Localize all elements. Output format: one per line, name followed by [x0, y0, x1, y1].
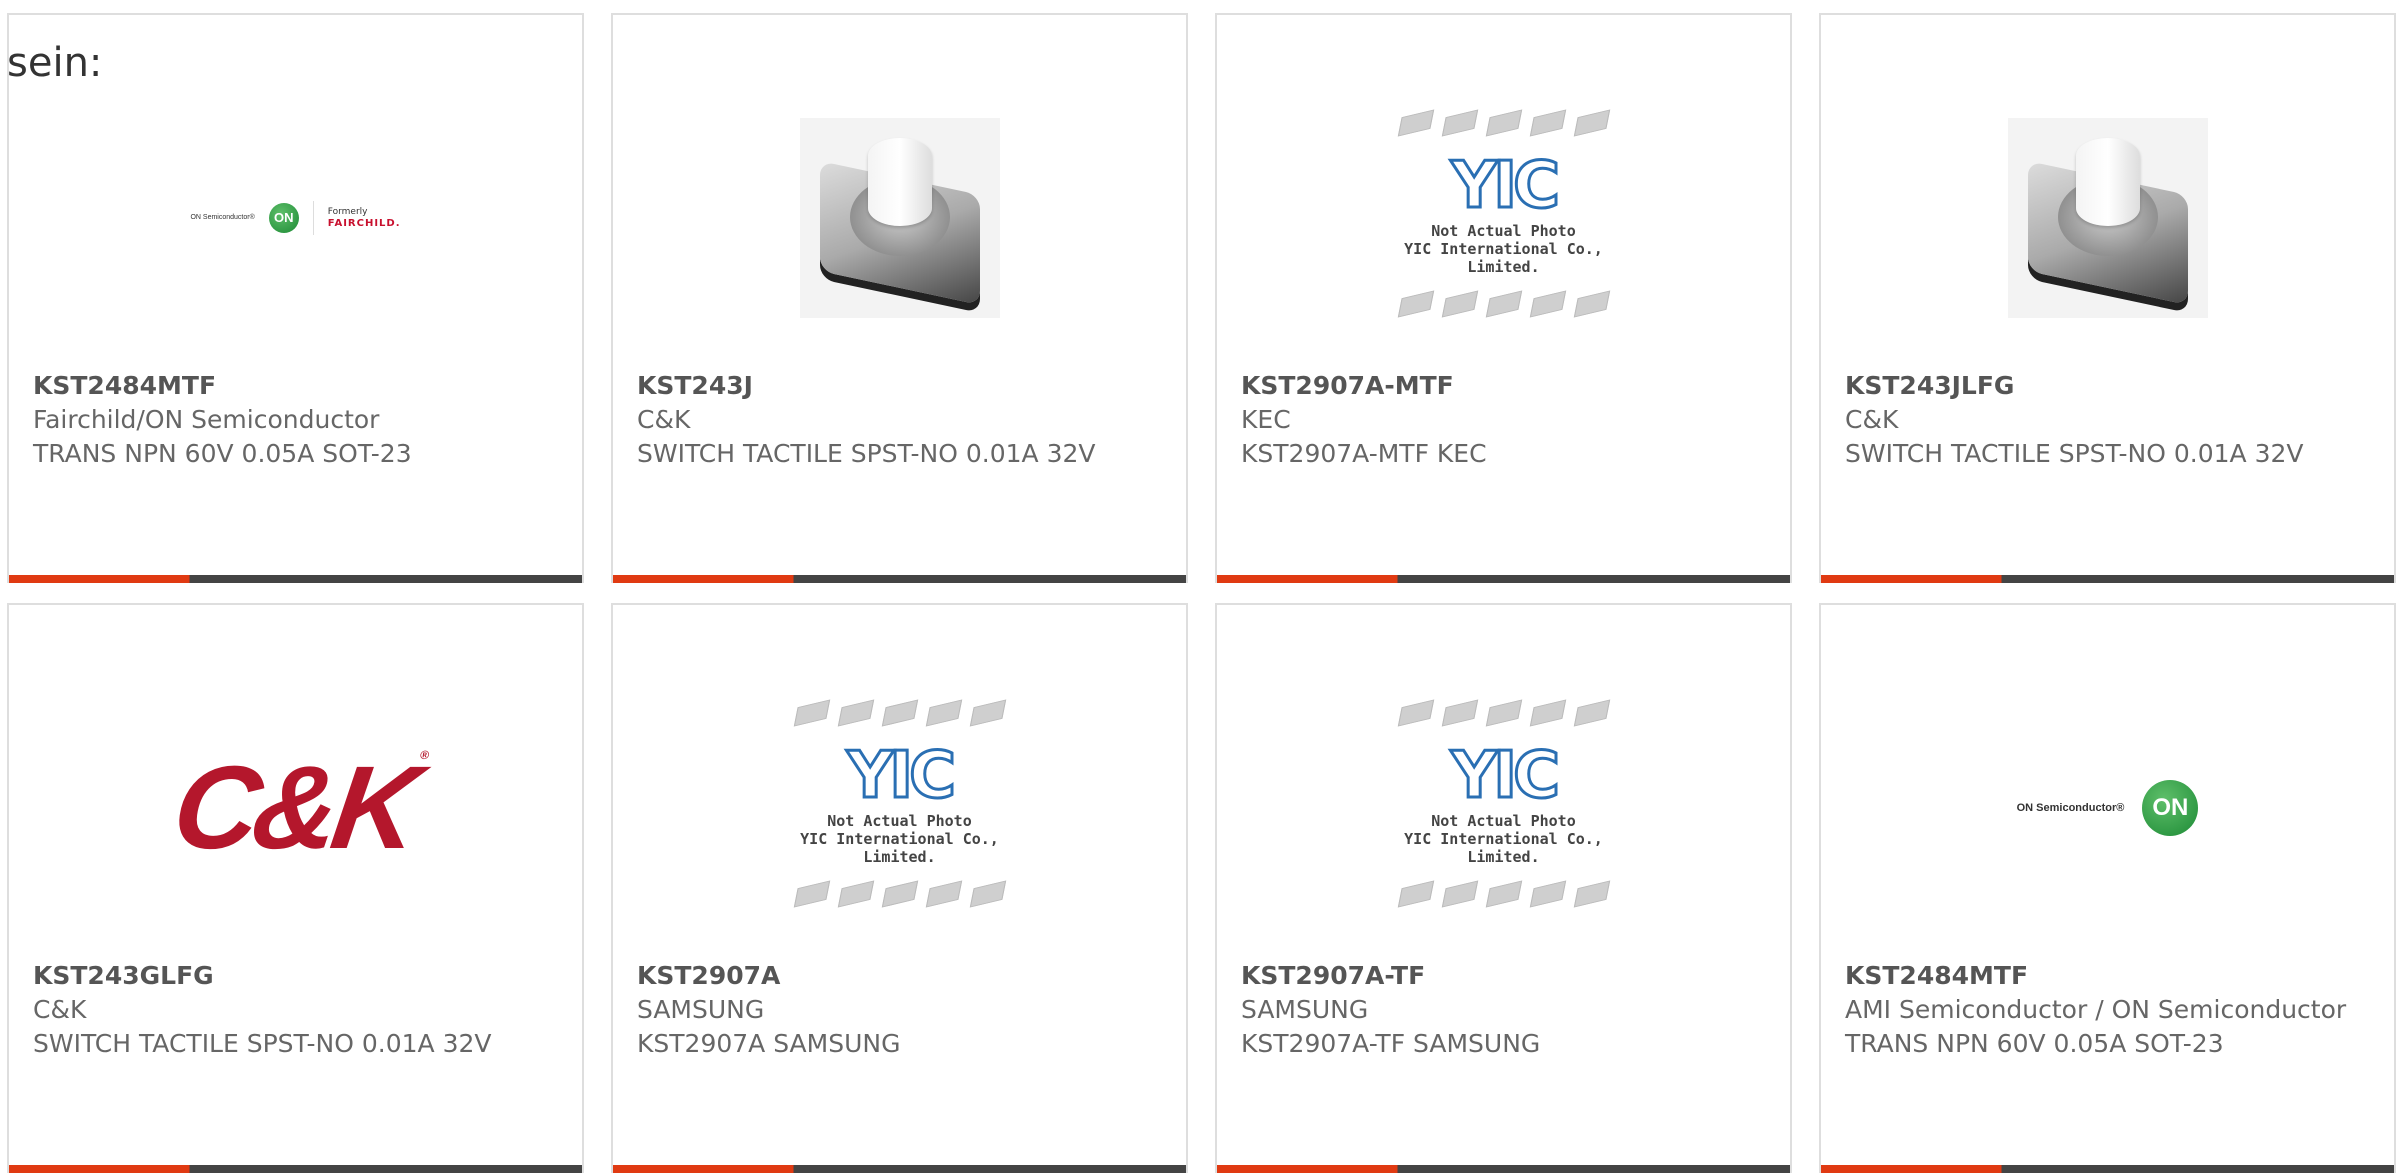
card-accent-bar — [9, 1165, 582, 1173]
product-card[interactable]: YIC Not Actual Photo YIC International C… — [611, 603, 1188, 1173]
manufacturer: AMI Semiconductor / ON Semiconductor — [1845, 995, 2347, 1024]
tactile-switch-photo — [2007, 117, 2208, 318]
on-badge-icon: ON — [268, 202, 299, 233]
card-accent-bar — [613, 575, 1186, 583]
part-number[interactable]: KST2907A — [637, 959, 1162, 993]
description: KST2907A-TF SAMSUNG — [1241, 1029, 1541, 1058]
manufacturer: SAMSUNG — [1241, 995, 1369, 1024]
on-badge-icon: ON — [2142, 779, 2199, 836]
product-image — [613, 75, 1186, 360]
product-card[interactable]: YIC Not Actual Photo YIC International C… — [1215, 603, 1792, 1173]
description: KST2907A-MTF KEC — [1241, 439, 1487, 468]
manufacturer: SAMSUNG — [637, 995, 765, 1024]
part-number[interactable]: KST243JLFG — [1845, 369, 2370, 403]
description: SWITCH TACTILE SPST-NO 0.01A 32V — [1845, 439, 2304, 468]
part-number[interactable]: KST2484MTF — [1845, 959, 2370, 993]
yic-placeholder-image: YIC Not Actual Photo YIC International C… — [1369, 95, 1639, 340]
description: TRANS NPN 60V 0.05A SOT-23 — [33, 439, 412, 468]
product-image: ON Semiconductor® ON Formerly FAIRCHILD. — [9, 75, 582, 360]
description: SWITCH TACTILE SPST-NO 0.01A 32V — [33, 1029, 492, 1058]
product-card[interactable]: YIC Not Actual Photo YIC International C… — [1215, 13, 1792, 583]
card-accent-bar — [613, 1165, 1186, 1173]
product-image: C&K® — [9, 665, 582, 950]
description: SWITCH TACTILE SPST-NO 0.01A 32V — [637, 439, 1096, 468]
product-image: YIC Not Actual Photo YIC International C… — [1217, 665, 1790, 950]
tactile-switch-photo — [799, 117, 1000, 318]
product-card[interactable]: ON Semiconductor® ON Formerly FAIRCHILD. … — [7, 13, 584, 583]
yic-placeholder-image: YIC Not Actual Photo YIC International C… — [765, 685, 1035, 930]
product-card[interactable]: ON Semiconductor® ON KST2484MTF AMI Semi… — [1819, 603, 2396, 1173]
card-accent-bar — [1821, 1165, 2394, 1173]
description: KST2907A SAMSUNG — [637, 1029, 901, 1058]
product-image: YIC Not Actual Photo YIC International C… — [1217, 75, 1790, 360]
part-number[interactable]: KST2907A-TF — [1241, 959, 1766, 993]
product-image: YIC Not Actual Photo YIC International C… — [613, 665, 1186, 950]
on-fairchild-logo: ON Semiconductor® ON Formerly FAIRCHILD. — [190, 200, 400, 235]
manufacturer: Fairchild/ON Semiconductor — [33, 405, 380, 434]
description: TRANS NPN 60V 0.05A SOT-23 — [1845, 1029, 2224, 1058]
part-number[interactable]: KST243GLFG — [33, 959, 558, 993]
part-number[interactable]: KST2484MTF — [33, 369, 558, 403]
manufacturer: C&K — [33, 995, 87, 1024]
card-accent-bar — [1217, 575, 1790, 583]
manufacturer: C&K — [1845, 405, 1899, 434]
card-accent-bar — [1217, 1165, 1790, 1173]
product-image: ON Semiconductor® ON — [1821, 665, 2394, 950]
product-image — [1821, 75, 2394, 360]
intro-text: sein: — [7, 40, 103, 86]
manufacturer: C&K — [637, 405, 691, 434]
product-card[interactable]: KST243J C&K SWITCH TACTILE SPST-NO 0.01A… — [611, 13, 1188, 583]
manufacturer: KEC — [1241, 405, 1291, 434]
product-card[interactable]: C&K® KST243GLFG C&K SWITCH TACTILE SPST-… — [7, 603, 584, 1173]
card-accent-bar — [1821, 575, 2394, 583]
part-number[interactable]: KST2907A-MTF — [1241, 369, 1766, 403]
product-card[interactable]: KST243JLFG C&K SWITCH TACTILE SPST-NO 0.… — [1819, 13, 2396, 583]
yic-placeholder-image: YIC Not Actual Photo YIC International C… — [1369, 685, 1639, 930]
card-accent-bar — [9, 575, 582, 583]
part-number[interactable]: KST243J — [637, 369, 1162, 403]
on-semi-logo: ON Semiconductor® ON — [2017, 779, 2199, 836]
ck-logo: C&K® — [165, 741, 425, 874]
